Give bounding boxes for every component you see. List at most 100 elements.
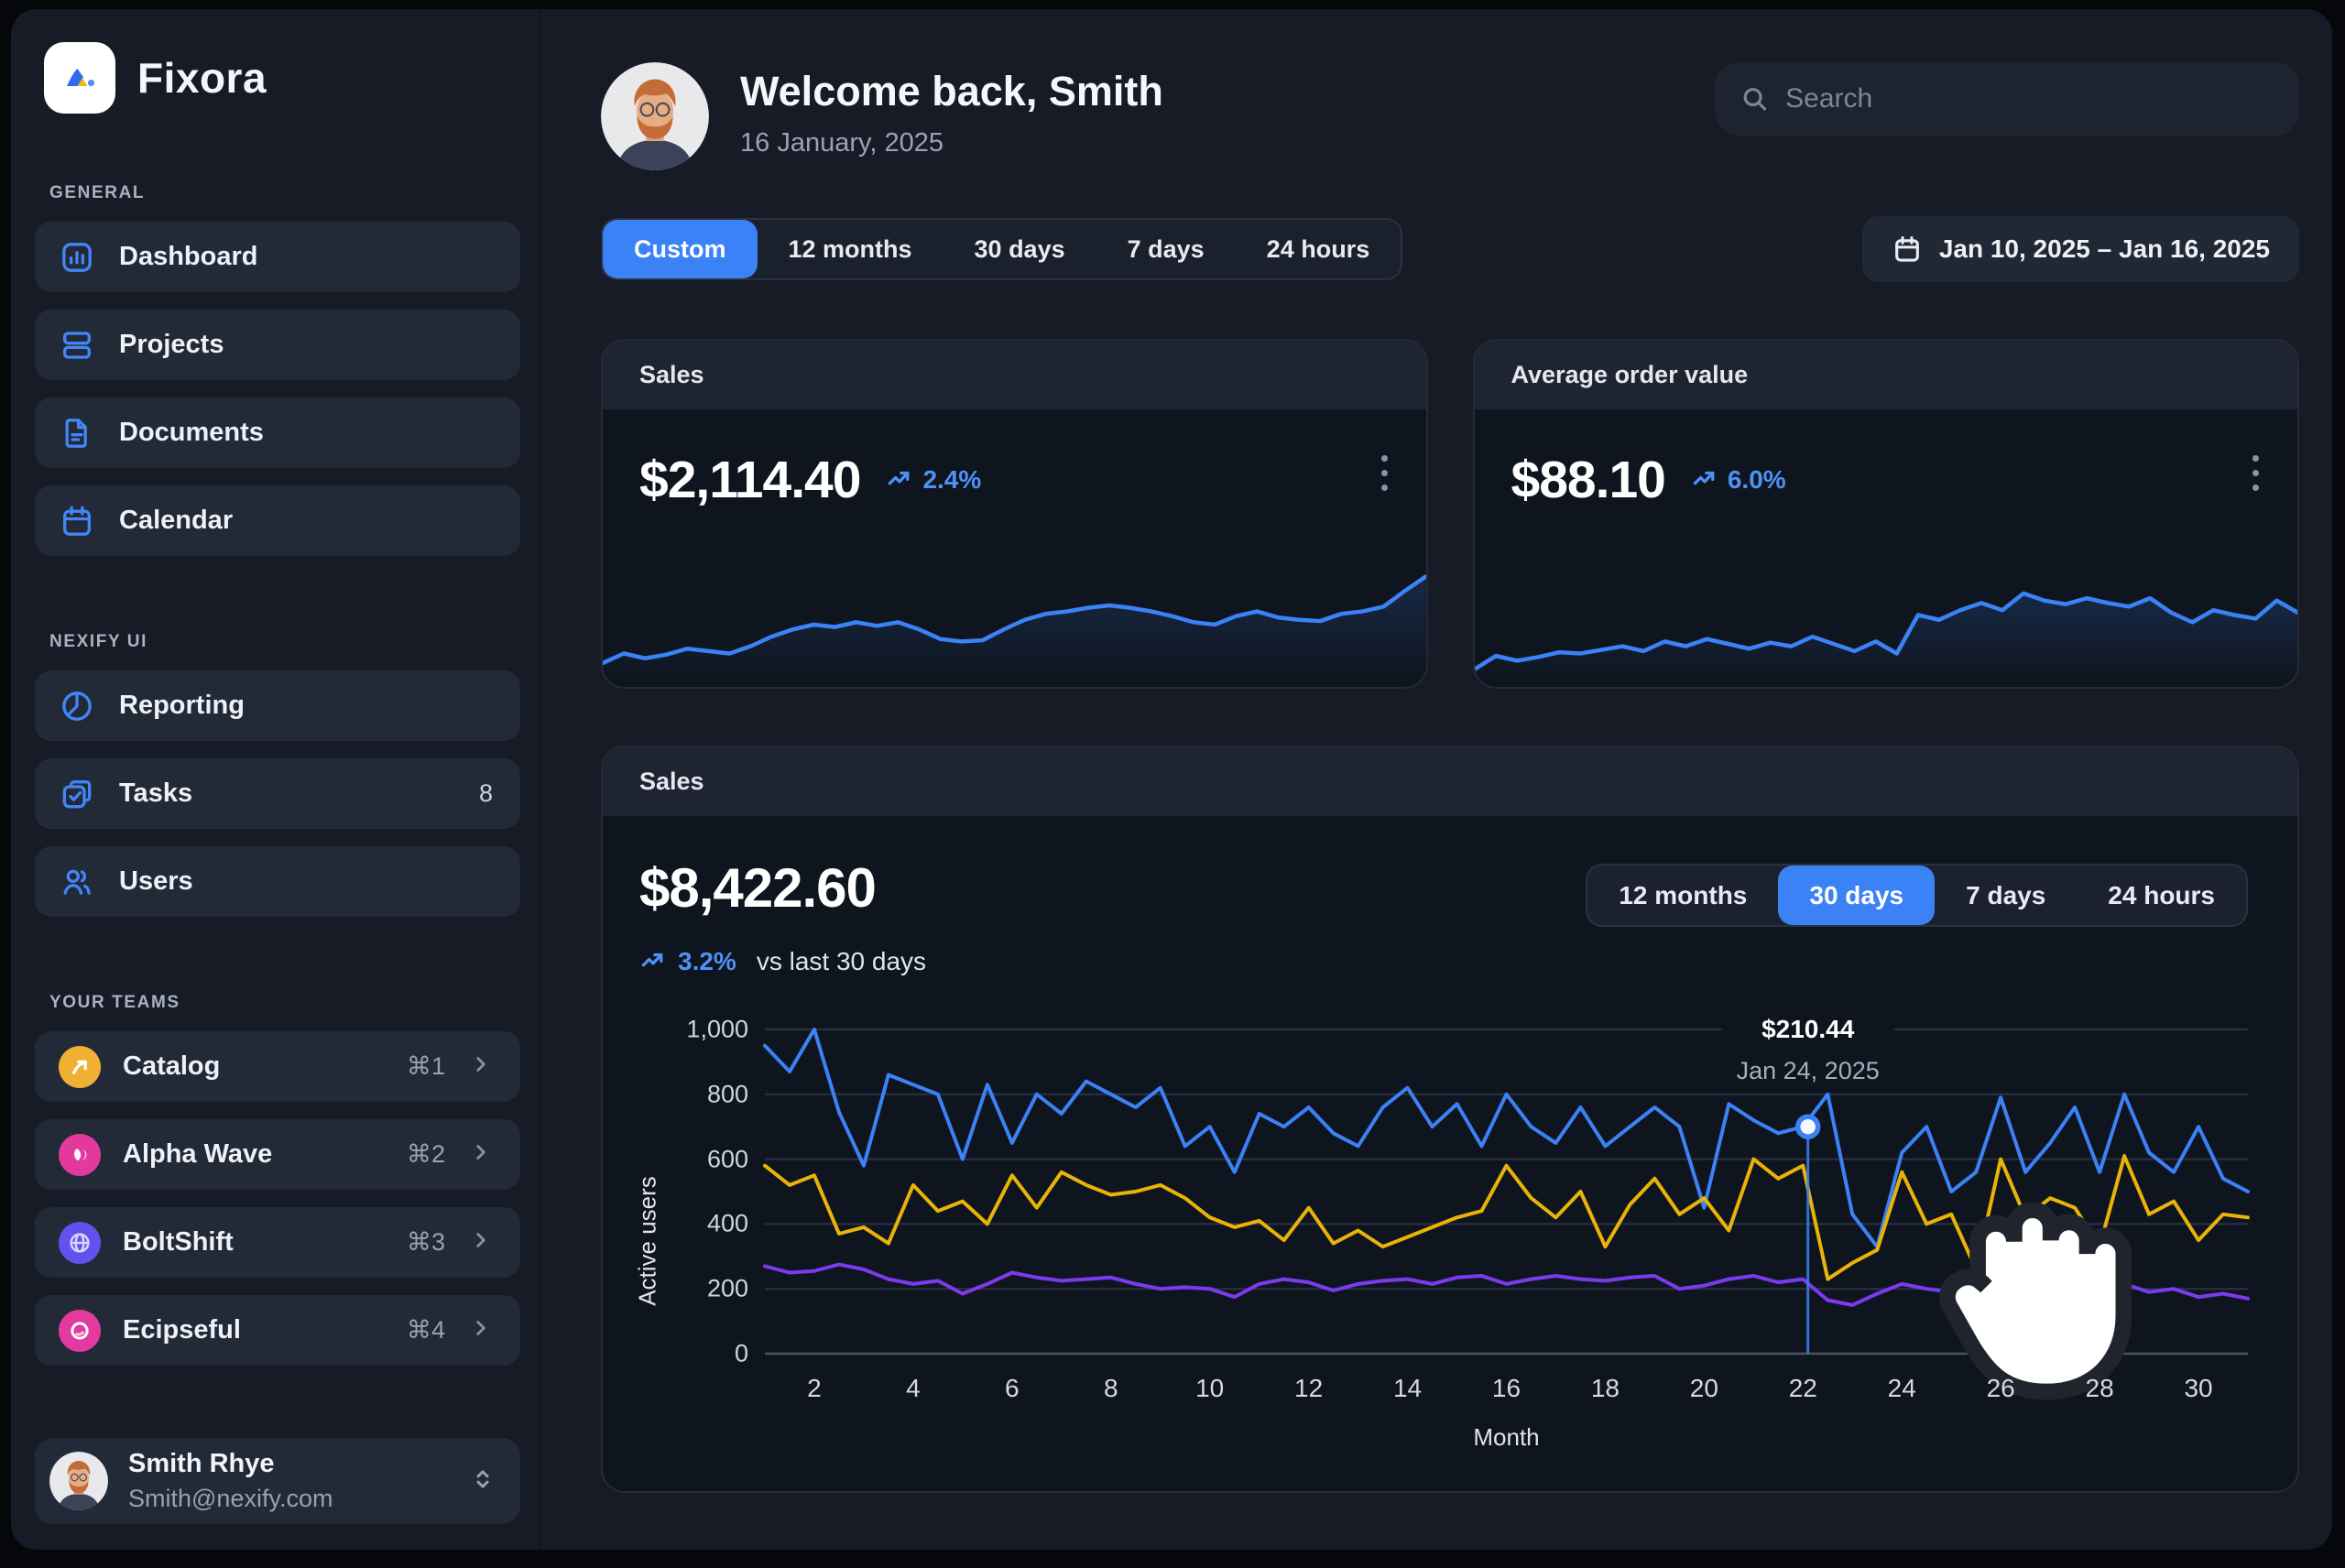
x-tick: 24 [1888, 1374, 1916, 1403]
sidebar-item-label: Reporting [119, 691, 245, 721]
calendar-icon [1892, 234, 1923, 265]
tab-12-months[interactable]: 12 months [758, 220, 943, 278]
card-header: Average order value [1475, 341, 2298, 409]
sidebar-item-label: Dashboard [119, 242, 257, 272]
sidebar-item-documents[interactable]: Documents [35, 397, 520, 468]
y-tick: 800 [707, 1080, 748, 1108]
stat-cards-row: Sales $2,114.40 2.4% Average order value [601, 339, 2299, 689]
sidebar-item-label: Projects [119, 330, 224, 360]
chart-area: Active users 02004006008001,000 $210.44 … [765, 1029, 2248, 1452]
card-body: $88.10 6.0% [1475, 409, 2298, 689]
tasks-check-icon [59, 776, 95, 812]
trend-indicator: 6.0% [1691, 465, 1786, 495]
user-email: Smith@nexify.com [128, 1485, 333, 1513]
trend-percent: 2.4% [922, 465, 981, 495]
line-chart-plot[interactable]: $210.44 Jan 24, 2025 [765, 1029, 2248, 1354]
x-tick: 10 [1195, 1374, 1224, 1403]
trend-indicator: 3.2% vs last 30 days [639, 947, 2261, 976]
sales-stat-card: Sales $2,114.40 2.4% [601, 339, 1428, 689]
sales-value: $2,114.40 [639, 450, 860, 510]
team-label: Ecipseful [123, 1315, 241, 1345]
x-tick: 16 [1492, 1374, 1521, 1403]
x-tick: 18 [1591, 1374, 1620, 1403]
sidebar-item-users[interactable]: Users [35, 846, 520, 917]
team-item-catalog[interactable]: Catalog ⌘1 [35, 1031, 520, 1102]
sidebar-item-calendar[interactable]: Calendar [35, 485, 520, 556]
trend-up-icon [886, 466, 913, 494]
section-label-general: GENERAL [49, 183, 520, 203]
team-shortcut: ⌘2 [407, 1140, 445, 1169]
tab-7-days[interactable]: 7 days [1096, 220, 1236, 278]
brand-logo[interactable]: Fixora [35, 42, 520, 114]
tooltip-date: Jan 24, 2025 [1737, 1057, 1880, 1085]
user-account-menu[interactable]: Smith Rhye Smith@nexify.com [35, 1438, 520, 1524]
team-label: Catalog [123, 1051, 220, 1082]
section-label-your-teams: YOUR TEAMS [49, 993, 520, 1013]
y-tick: 600 [707, 1145, 748, 1173]
document-icon [59, 415, 95, 452]
trend-percent: 3.2% [678, 947, 736, 976]
chart-tooltip: $210.44 Jan 24, 2025 [1722, 1011, 1894, 1093]
team-shortcut: ⌘1 [407, 1052, 445, 1081]
x-tick: 30 [2184, 1374, 2212, 1403]
team-item-boltshift[interactable]: BoltShift ⌘3 [35, 1207, 520, 1278]
sales-line-chart [765, 1029, 2248, 1354]
chevron-right-icon [469, 1316, 493, 1345]
team-shortcut: ⌘3 [407, 1228, 445, 1257]
card-menu-button[interactable] [2247, 450, 2264, 496]
tab-12-months[interactable]: 12 months [1587, 866, 1778, 925]
ecipseful-team-icon [59, 1310, 101, 1352]
x-tick: 6 [1005, 1374, 1020, 1403]
sidebar-item-reporting[interactable]: Reporting [35, 670, 520, 741]
sidebar-item-projects[interactable]: Projects [35, 310, 520, 380]
page-title: Welcome back, Smith [740, 68, 1163, 115]
sidebar-item-label: Users [119, 866, 193, 897]
projects-icon [59, 327, 95, 364]
x-tick: 28 [2086, 1374, 2114, 1403]
tab-7-days[interactable]: 7 days [1935, 866, 2077, 925]
date-range-picker-button[interactable]: Jan 10, 2025 – Jan 16, 2025 [1862, 216, 2299, 282]
team-item-ecipseful[interactable]: Ecipseful ⌘4 [35, 1295, 520, 1366]
tab-30-days[interactable]: 30 days [943, 220, 1096, 278]
date-range-tabs: Custom 12 months 30 days 7 days 24 hours [601, 218, 1402, 280]
y-tick: 200 [707, 1275, 748, 1303]
search-input[interactable] [1785, 83, 2274, 114]
x-axis-label: Month [765, 1423, 2248, 1452]
sidebar-item-label: Tasks [119, 779, 192, 809]
catalog-team-icon [59, 1046, 101, 1088]
sales-sparkline [603, 542, 1426, 680]
tooltip-value: $210.44 [1737, 1015, 1880, 1044]
card-header: Sales [603, 341, 1426, 409]
trend-up-icon [639, 948, 667, 975]
aov-value: $88.10 [1511, 450, 1665, 510]
chart-range-tabs: 12 months 30 days 7 days 24 hours [1586, 864, 2248, 927]
x-tick: 12 [1294, 1374, 1323, 1403]
team-item-alpha-wave[interactable]: Alpha Wave ⌘2 [35, 1119, 520, 1190]
team-label: BoltShift [123, 1227, 234, 1258]
card-title: Sales [639, 361, 704, 389]
page-header: Welcome back, Smith 16 January, 2025 [601, 62, 2299, 170]
trend-caption: vs last 30 days [757, 947, 926, 976]
x-tick: 26 [1987, 1374, 2015, 1403]
section-label-nexify-ui: NEXIFY UI [49, 632, 520, 652]
user-name: Smith Rhye [128, 1449, 333, 1479]
trend-up-icon [1691, 466, 1718, 494]
card-body: $2,114.40 2.4% [603, 409, 1426, 689]
card-menu-button[interactable] [1376, 450, 1393, 496]
sidebar-item-tasks[interactable]: Tasks 8 [35, 758, 520, 829]
current-date: 16 January, 2025 [740, 128, 1163, 158]
x-tick: 20 [1690, 1374, 1718, 1403]
date-range-value: Jan 10, 2025 – Jan 16, 2025 [1939, 234, 2270, 264]
x-tick: 22 [1789, 1374, 1817, 1403]
trend-indicator: 2.4% [886, 465, 981, 495]
tab-24-hours[interactable]: 24 hours [2077, 866, 2246, 925]
pie-chart-icon [59, 688, 95, 724]
x-tick: 14 [1393, 1374, 1422, 1403]
tab-24-hours[interactable]: 24 hours [1236, 220, 1402, 278]
tab-30-days[interactable]: 30 days [1778, 866, 1935, 925]
tab-custom[interactable]: Custom [603, 220, 758, 278]
sidebar-item-dashboard[interactable]: Dashboard [35, 222, 520, 292]
average-order-value-card: Average order value $88.10 6.0% [1473, 339, 2300, 689]
x-tick: 4 [906, 1374, 921, 1403]
card-title: Sales [639, 768, 704, 796]
